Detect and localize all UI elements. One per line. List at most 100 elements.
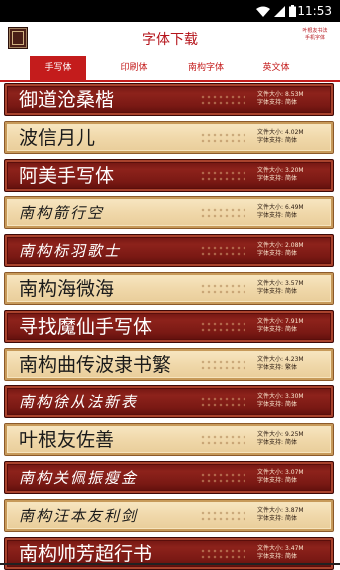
font-support-value: 简体 (285, 552, 298, 560)
font-row[interactable]: 南构关佩振瘦金 文件大小: 3.07M 字体支持: 简体 (4, 461, 334, 494)
support-prefix: 字体支持: (257, 363, 284, 371)
font-support-value: 简体 (285, 212, 298, 220)
font-support-value: 繁体 (285, 363, 298, 371)
support-prefix: 字体支持: (257, 514, 284, 522)
font-name: 南构曲传波隶书繁 (19, 353, 172, 376)
font-row[interactable]: 御道沧桑楷 文件大小: 8.53M 字体支持: 简体 (4, 83, 334, 116)
tab-english[interactable]: 英文体 (248, 56, 304, 80)
font-name: 南构标羽歌士 (19, 242, 122, 261)
font-size-line: 文件大小: 3.20M (257, 167, 329, 175)
header-link-line2: 手机字体 (304, 35, 325, 41)
font-row[interactable]: 寻找魔仙手写体 文件大小: 7.91M 字体支持: 简体 (4, 309, 334, 343)
font-name: 南构关佩振瘦金 (19, 469, 139, 487)
size-prefix: 文件大小: (257, 506, 284, 514)
font-info: 文件大小: 9.25M 字体支持: 简体 (257, 431, 329, 447)
size-prefix: 文件大小: (257, 242, 284, 250)
font-row[interactable]: 波信月儿 文件大小: 4.02M 字体支持: 简体 (4, 120, 334, 154)
row-decoration (200, 131, 245, 144)
yegenyou-font-link[interactable]: 叶根友书法 手机字体 (296, 28, 334, 42)
font-row[interactable]: 南构汪本友利剑 文件大小: 3.87M 字体支持: 简体 (4, 498, 334, 532)
font-support-line: 字体支持: 简体 (257, 439, 329, 447)
font-size-line: 文件大小: 3.07M (257, 469, 329, 477)
font-row[interactable]: 南构徐从法新表 文件大小: 3.30M 字体支持: 简体 (4, 385, 334, 419)
font-info: 文件大小: 3.20M 字体支持: 简体 (257, 167, 329, 183)
font-support-line: 字体支持: 简体 (257, 515, 329, 523)
font-name: 叶根友佐善 (19, 429, 115, 452)
font-name: 南构海微海 (19, 278, 115, 300)
font-size-line: 文件大小: 4.02M (257, 129, 329, 137)
tab-nangou[interactable]: 南构字体 (178, 56, 234, 80)
support-prefix: 字体支持: (257, 477, 284, 484)
size-prefix: 文件大小: (257, 166, 284, 174)
signal-icon (274, 5, 285, 17)
font-row[interactable]: 阿美手写体 文件大小: 3.20M 字体支持: 简体 (4, 158, 334, 192)
font-support-value: 简体 (285, 136, 298, 144)
support-prefix: 字体支持: (257, 250, 284, 258)
font-size-line: 文件大小: 8.53M (257, 91, 329, 99)
font-name: 御道沧桑楷 (19, 89, 115, 111)
status-icons (256, 4, 296, 18)
font-support-line: 字体支持: 简体 (257, 137, 329, 145)
status-time: 11:53 (297, 4, 332, 18)
row-decoration (200, 320, 245, 333)
size-prefix: 文件大小: (257, 431, 284, 439)
font-support-value: 简体 (285, 477, 298, 484)
font-info: 文件大小: 6.49M 字体支持: 简体 (257, 204, 329, 220)
font-support-value: 简体 (285, 174, 298, 182)
font-info: 文件大小: 4.23M 字体支持: 繁体 (257, 356, 329, 372)
support-prefix: 字体支持: (257, 212, 284, 220)
battery-icon (289, 5, 296, 17)
font-size-value: 3.57M (285, 280, 304, 287)
font-support-value: 简体 (285, 99, 298, 106)
size-prefix: 文件大小: (257, 393, 284, 401)
font-name: 波信月儿 (19, 126, 96, 149)
support-prefix: 字体支持: (257, 325, 284, 333)
font-row[interactable]: 南构箭行空 文件大小: 6.49M 字体支持: 简体 (4, 196, 334, 230)
font-support-line: 字体支持: 简体 (257, 212, 329, 220)
font-info: 文件大小: 4.02M 字体支持: 简体 (257, 129, 329, 145)
tab-handwriting[interactable]: 手写体 (30, 56, 86, 80)
font-support-value: 简体 (285, 514, 298, 522)
font-support-line: 字体支持: 简体 (257, 99, 329, 107)
size-prefix: 文件大小: (257, 544, 284, 552)
font-name: 南构帅芳超行书 (19, 542, 153, 565)
font-support-line: 字体支持: 简体 (257, 401, 329, 409)
font-size-value: 3.87M (285, 506, 304, 514)
row-decoration (200, 245, 245, 258)
font-name: 南构徐从法新表 (19, 393, 139, 412)
size-prefix: 文件大小: (257, 91, 284, 98)
font-info: 文件大小: 7.91M 字体支持: 简体 (257, 318, 329, 334)
font-row[interactable]: 南构海微海 文件大小: 3.57M 字体支持: 简体 (4, 272, 334, 305)
page-title: 字体下载 (142, 32, 198, 48)
row-decoration (200, 207, 245, 220)
font-size-value: 3.47M (285, 544, 304, 552)
support-prefix: 字体支持: (257, 174, 284, 182)
tab-print[interactable]: 印刷体 (106, 56, 162, 80)
size-prefix: 文件大小: (257, 469, 284, 476)
row-decoration (200, 547, 245, 560)
font-name: 阿美手写体 (19, 164, 115, 187)
font-row[interactable]: 叶根友佐善 文件大小: 9.25M 字体支持: 简体 (4, 423, 334, 457)
support-prefix: 字体支持: (257, 136, 284, 144)
font-support-line: 字体支持: 简体 (257, 477, 329, 485)
wifi-icon (256, 6, 270, 17)
font-info: 文件大小: 2.08M 字体支持: 简体 (257, 242, 329, 258)
row-decoration (200, 396, 245, 409)
font-row[interactable]: 南构标羽歌士 文件大小: 2.08M 字体支持: 简体 (4, 234, 334, 268)
font-size-value: 3.30M (285, 393, 304, 401)
font-size-line: 文件大小: 2.08M (257, 242, 329, 250)
font-name: 南构箭行空 (19, 204, 105, 223)
support-prefix: 字体支持: (257, 99, 284, 106)
size-prefix: 文件大小: (257, 128, 284, 136)
row-decoration (200, 509, 245, 522)
font-row[interactable]: 南构曲传波隶书繁 文件大小: 4.23M 字体支持: 繁体 (4, 347, 334, 381)
font-size-line: 文件大小: 4.23M (257, 356, 329, 364)
font-info: 文件大小: 3.47M 字体支持: 简体 (257, 545, 329, 561)
font-support-line: 字体支持: 繁体 (257, 364, 329, 372)
font-size-line: 文件大小: 9.25M (257, 431, 329, 439)
status-bar: 11:53 (0, 0, 340, 22)
size-prefix: 文件大小: (257, 204, 284, 212)
font-size-value: 9.25M (285, 431, 304, 439)
font-support-value: 简体 (285, 325, 298, 333)
font-support-line: 字体支持: 简体 (257, 326, 329, 334)
